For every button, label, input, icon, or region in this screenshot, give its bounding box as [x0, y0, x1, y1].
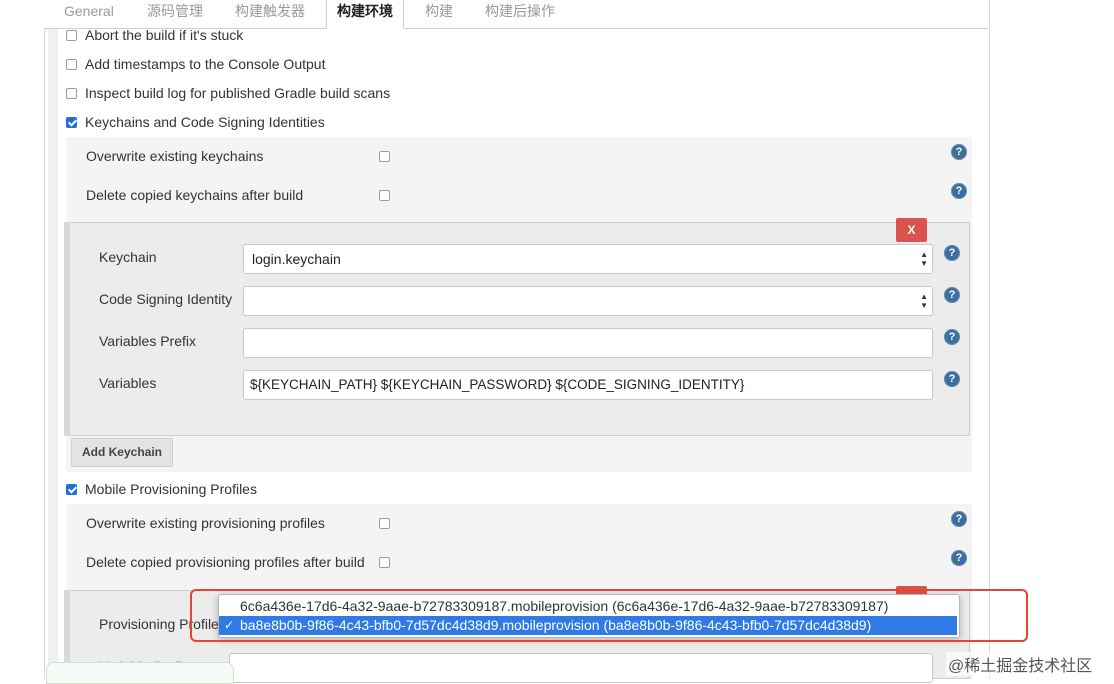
variables-label: Variables	[99, 375, 157, 391]
tab-scm[interactable]: 源码管理	[137, 0, 213, 27]
gradle-scans-option[interactable]: Inspect build log for published Gradle b…	[66, 82, 390, 104]
keychains-label: Keychains and Code Signing Identities	[85, 114, 325, 130]
overwrite-profiles-checkbox[interactable]	[379, 518, 390, 529]
delete-keychains-checkbox[interactable]	[379, 190, 390, 201]
keychains-checkbox[interactable]	[66, 116, 77, 128]
keychain-select[interactable]: login.keychain ▲ ▼	[243, 244, 933, 274]
mobile-profiles-option[interactable]: Mobile Provisioning Profiles	[66, 478, 257, 500]
keychains-option[interactable]: Keychains and Code Signing Identities	[66, 111, 325, 133]
code-signing-identity-label: Code Signing Identity	[99, 291, 233, 307]
variables-prefix-label: Variables Prefix	[99, 333, 197, 349]
section-gutter	[48, 29, 58, 679]
notification-tab	[46, 662, 234, 684]
help-icon[interactable]: ?	[944, 371, 960, 387]
delete-profiles-label: Delete copied provisioning profiles afte…	[86, 554, 365, 570]
code-signing-identity-select[interactable]: ▲ ▼	[243, 286, 933, 316]
annotation-highlight	[190, 589, 1028, 642]
mobile-profiles-checkbox[interactable]	[66, 483, 77, 495]
delete-keychains-label: Delete copied keychains after build	[86, 187, 304, 203]
overwrite-keychains-checkbox[interactable]	[379, 151, 390, 162]
help-icon[interactable]: ?	[951, 144, 967, 160]
delete-profiles-checkbox[interactable]	[379, 557, 390, 568]
overwrite-keychains-label: Overwrite existing keychains	[86, 148, 264, 164]
timestamps-option[interactable]: Add timestamps to the Console Output	[66, 53, 325, 75]
select-arrows-icon: ▲ ▼	[920, 292, 928, 310]
gradle-scans-label: Inspect build log for published Gradle b…	[85, 85, 391, 101]
help-icon[interactable]: ?	[944, 287, 960, 303]
help-icon[interactable]: ?	[951, 183, 967, 199]
abort-stuck-option[interactable]: Abort the build if it's stuck	[66, 24, 243, 46]
delete-keychain-button[interactable]: X	[896, 218, 927, 242]
variables-input[interactable]: ${KEYCHAIN_PATH} ${KEYCHAIN_PASSWORD} ${…	[243, 370, 933, 400]
tab-triggers[interactable]: 构建触发器	[225, 0, 315, 27]
help-icon[interactable]: ?	[944, 329, 960, 345]
timestamps-checkbox[interactable]	[66, 58, 77, 70]
keychain-label: Keychain	[99, 249, 157, 265]
abort-stuck-checkbox[interactable]	[66, 29, 77, 41]
add-keychain-button[interactable]: Add Keychain	[71, 438, 173, 467]
watermark: @稀土掘金技术社区	[946, 652, 1095, 676]
gradle-scans-checkbox[interactable]	[66, 87, 77, 99]
tab-post-build[interactable]: 构建后操作	[475, 0, 565, 27]
help-icon[interactable]: ?	[951, 511, 967, 527]
abort-stuck-label: Abort the build if it's stuck	[85, 27, 244, 43]
keychain-select-value: login.keychain	[252, 251, 341, 267]
select-arrows-icon: ▲ ▼	[920, 250, 928, 268]
help-icon[interactable]: ?	[944, 245, 960, 261]
timestamps-label: Add timestamps to the Console Output	[85, 56, 326, 72]
tab-build-environment[interactable]: 构建环境	[326, 0, 404, 29]
help-icon[interactable]: ?	[951, 550, 967, 566]
overwrite-profiles-label: Overwrite existing provisioning profiles	[86, 515, 325, 531]
variables-prefix-input[interactable]	[243, 328, 933, 358]
tab-build[interactable]: 构建	[415, 0, 463, 27]
keychain-panel-bar	[64, 222, 70, 436]
tab-general[interactable]: General	[54, 0, 124, 27]
mobile-profiles-label: Mobile Provisioning Profiles	[85, 481, 257, 497]
